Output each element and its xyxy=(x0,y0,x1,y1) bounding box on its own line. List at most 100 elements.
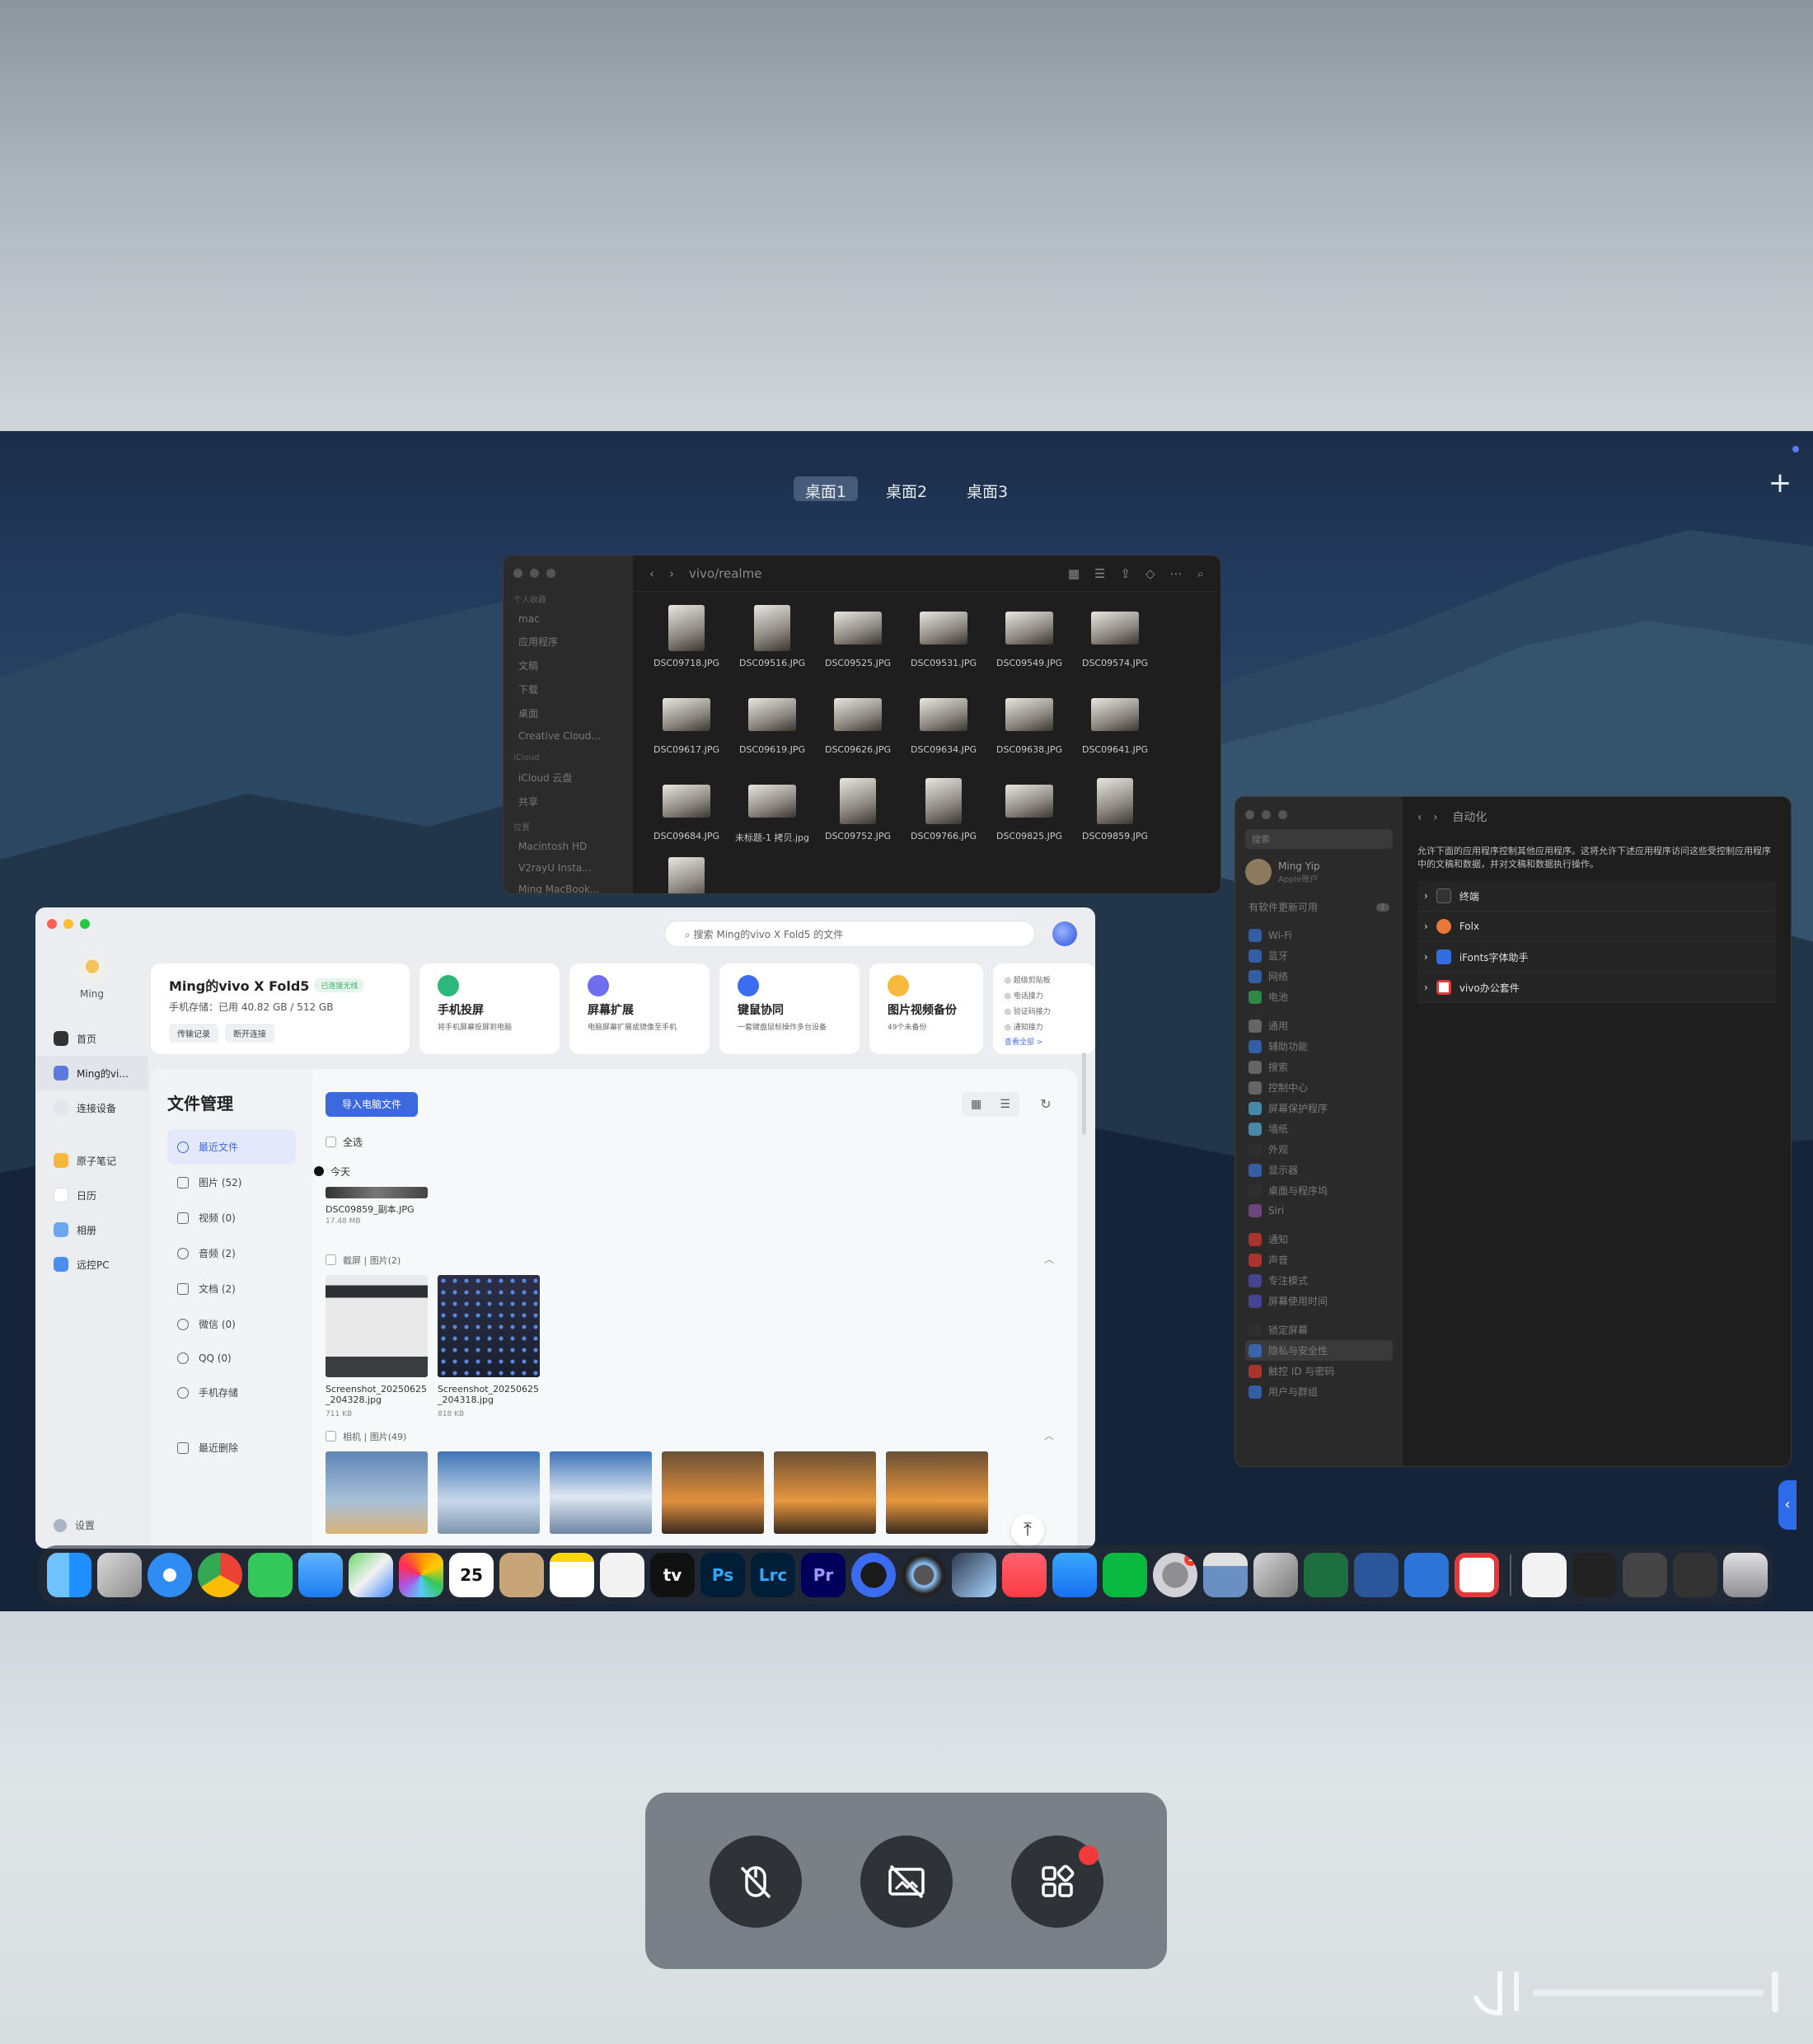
wechat-icon[interactable] xyxy=(1103,1553,1147,1597)
category-qq[interactable]: QQ (0) xyxy=(167,1342,296,1375)
finder-file[interactable]: DSC09859.JPG xyxy=(1072,778,1158,844)
scroll-to-top-button[interactable]: ⤒ xyxy=(1011,1514,1044,1547)
system-settings-window[interactable]: 搜索 Ming Yip Apple账户 有软件更新可用 1 Wi-Fi 蓝牙 网络 电池 … xyxy=(1234,796,1792,1467)
category-images[interactable]: 图片 (52) xyxy=(167,1165,296,1200)
calendar-stack-icon[interactable] xyxy=(1673,1553,1717,1597)
appstore-icon[interactable] xyxy=(1052,1553,1097,1597)
forward-icon[interactable]: › xyxy=(1433,811,1438,824)
settings-sidebar-item[interactable]: 锁定屏幕 xyxy=(1245,1320,1393,1340)
launchpad-icon[interactable] xyxy=(97,1553,142,1597)
vivo-traffic-lights[interactable] xyxy=(35,919,148,929)
feature-call-relay[interactable]: ◎ 电话接力 xyxy=(1005,989,1084,1005)
sidebar-item-documents[interactable]: 文稿 xyxy=(513,654,623,677)
camera-photo-thumbnail[interactable] xyxy=(550,1451,652,1534)
apple-account[interactable]: Ming Yip Apple账户 xyxy=(1245,859,1393,885)
feature-clipboard[interactable]: ◎ 超级剪贴板 xyxy=(1005,973,1084,989)
settings-sidebar-item[interactable]: 隐私与安全性 xyxy=(1245,1340,1393,1361)
chevron-right-icon[interactable]: › xyxy=(1424,921,1428,932)
settings-sidebar-item[interactable]: 墙纸 xyxy=(1245,1118,1393,1139)
automation-row-vivo-office[interactable]: › vivo办公套件 xyxy=(1417,973,1776,1003)
search-icon[interactable]: ⌕ xyxy=(1197,566,1204,581)
preview-icon[interactable] xyxy=(1203,1553,1248,1597)
sidebar-item-creative-cloud[interactable]: Creative Cloud... xyxy=(513,725,623,747)
finder-file[interactable]: DSC09752.JPG xyxy=(815,778,901,844)
camera-photo-thumbnail[interactable] xyxy=(438,1451,540,1534)
settings-sidebar-item[interactable]: 桌面与程序坞 xyxy=(1245,1180,1393,1201)
category-audio[interactable]: 音频 (2) xyxy=(167,1235,296,1271)
more-icon[interactable]: ⋯ xyxy=(1170,566,1183,581)
finder-file[interactable]: DSC09641.JPG xyxy=(1072,691,1158,755)
automation-row-folx[interactable]: › Folx xyxy=(1417,912,1776,942)
settings-sidebar-item[interactable]: 搜索 xyxy=(1245,1057,1393,1077)
grid-view-icon[interactable]: ▦ xyxy=(971,1098,981,1111)
feature-screen-extend[interactable]: 屏幕扩展 电脑屏幕扩展或镜像至手机 xyxy=(569,963,710,1054)
settings-sidebar-item[interactable]: 控制中心 xyxy=(1245,1077,1393,1098)
settings-sidebar-item[interactable]: 声音 xyxy=(1245,1249,1393,1270)
category-wechat[interactable]: 微信 (0) xyxy=(167,1306,296,1342)
forward-icon[interactable]: › xyxy=(669,566,674,581)
feature-kvm[interactable]: 键鼠协同 一套键盘鼠标操作多台设备 xyxy=(719,963,860,1054)
settings-traffic-lights[interactable] xyxy=(1245,810,1393,819)
sidebar-item-desktop[interactable]: 桌面 xyxy=(513,701,623,725)
settings-sidebar-item[interactable]: 专注模式 xyxy=(1245,1270,1393,1291)
group-checkbox[interactable] xyxy=(326,1254,336,1265)
close-icon[interactable] xyxy=(1245,810,1254,819)
camera-photo-thumbnail[interactable] xyxy=(326,1451,428,1534)
scrollbar[interactable] xyxy=(1082,1052,1086,1135)
settings-sidebar-item[interactable]: 外观 xyxy=(1245,1139,1393,1160)
recent-file-thumbnail[interactable] xyxy=(326,1187,428,1198)
close-icon[interactable] xyxy=(513,569,522,578)
settings-sidebar-item[interactable]: 网络 xyxy=(1245,966,1393,987)
disconnect-button[interactable]: 断开连接 xyxy=(225,1024,274,1043)
settings-sidebar-item[interactable]: 通用 xyxy=(1245,1015,1393,1036)
finder-file[interactable]: DSC09617.JPG xyxy=(644,691,729,755)
screen-off-button[interactable] xyxy=(860,1835,953,1928)
sidebar-item-v2rayu[interactable]: V2rayU Insta... xyxy=(513,857,623,879)
chrome-icon[interactable] xyxy=(198,1553,242,1597)
select-all-checkbox[interactable] xyxy=(326,1137,336,1147)
nav-album[interactable]: 相册 xyxy=(35,1212,148,1247)
category-recently-deleted[interactable]: 最近删除 xyxy=(167,1430,296,1465)
feature-screen-mirror[interactable]: 手机投屏 将手机屏幕投屏到电脑 xyxy=(419,963,560,1054)
settings-search-input[interactable]: 搜索 xyxy=(1245,829,1393,849)
minimize-icon[interactable] xyxy=(530,569,539,578)
system-settings-icon[interactable]: 1 xyxy=(1153,1553,1197,1597)
maps-icon[interactable] xyxy=(349,1553,393,1597)
feature-backup[interactable]: 图片视频备份 49个未备份 xyxy=(869,963,983,1054)
minimize-icon[interactable] xyxy=(63,919,73,929)
apps-button[interactable] xyxy=(1011,1835,1103,1928)
finder-file[interactable]: DSC09825.JPG xyxy=(986,778,1072,844)
settings-sidebar-item[interactable]: Wi-Fi xyxy=(1245,926,1393,945)
finder-file[interactable]: DSC09626.JPG xyxy=(815,691,901,755)
finder-window[interactable]: 个人收藏 mac 应用程序 文稿 下载 桌面 Creative Cloud...… xyxy=(503,555,1221,894)
finder-file[interactable]: DSC09549.JPG xyxy=(986,605,1072,668)
feature-code-relay[interactable]: ◎ 验证码接力 xyxy=(1005,1005,1084,1020)
select-all[interactable]: 全选 xyxy=(326,1135,363,1149)
finder-file[interactable]: DSC09718.JPG xyxy=(644,605,729,668)
tag-icon[interactable]: ◇ xyxy=(1145,566,1155,581)
settings-sidebar-item[interactable]: 屏幕保护程序 xyxy=(1245,1098,1393,1118)
device-card[interactable]: Ming的vivo X Fold5 已连接无线 手机存储：已用 40.82 GB … xyxy=(151,963,410,1054)
quicktime-icon[interactable] xyxy=(902,1553,946,1597)
zoom-icon[interactable] xyxy=(546,569,555,578)
category-recent[interactable]: 最近文件 xyxy=(167,1129,296,1165)
folder-icon[interactable] xyxy=(1572,1553,1617,1597)
vivo-search-input[interactable]: ⌕ 搜索 Ming的vivo X Fold5 的文件 xyxy=(664,921,1035,947)
settings-sidebar-item[interactable]: 蓝牙 xyxy=(1245,945,1393,966)
add-space-button[interactable]: + xyxy=(1764,466,1797,499)
sidebar-item-applications[interactable]: 应用程序 xyxy=(513,630,623,654)
view-grid-icon[interactable]: ▦ xyxy=(1068,566,1080,581)
vivo-office-window[interactable]: Ming 首页 Ming的vi... 连接设备 原子笔记 日历 相册 远控PC … xyxy=(35,907,1095,1549)
finder-file[interactable]: DSC09574.JPG xyxy=(1072,605,1158,668)
finder-file[interactable]: 未标题-1 拷贝.jpg xyxy=(729,778,815,844)
contacts-icon[interactable] xyxy=(499,1553,544,1597)
minimize-icon[interactable] xyxy=(1262,810,1271,819)
settings-sidebar-item[interactable]: 电池 xyxy=(1245,987,1393,1007)
appletv-icon[interactable]: tv xyxy=(650,1553,695,1597)
sidebar-item-macintosh-hd[interactable]: Macintosh HD xyxy=(513,836,623,857)
settings-sidebar-item[interactable]: Siri xyxy=(1245,1201,1393,1221)
finder-file[interactable]: DSC09859_副本.JPG xyxy=(644,857,729,893)
space-3-tab[interactable]: 桌面3 xyxy=(955,476,1019,501)
textedit-icon[interactable] xyxy=(600,1553,644,1597)
close-icon[interactable] xyxy=(47,919,57,929)
